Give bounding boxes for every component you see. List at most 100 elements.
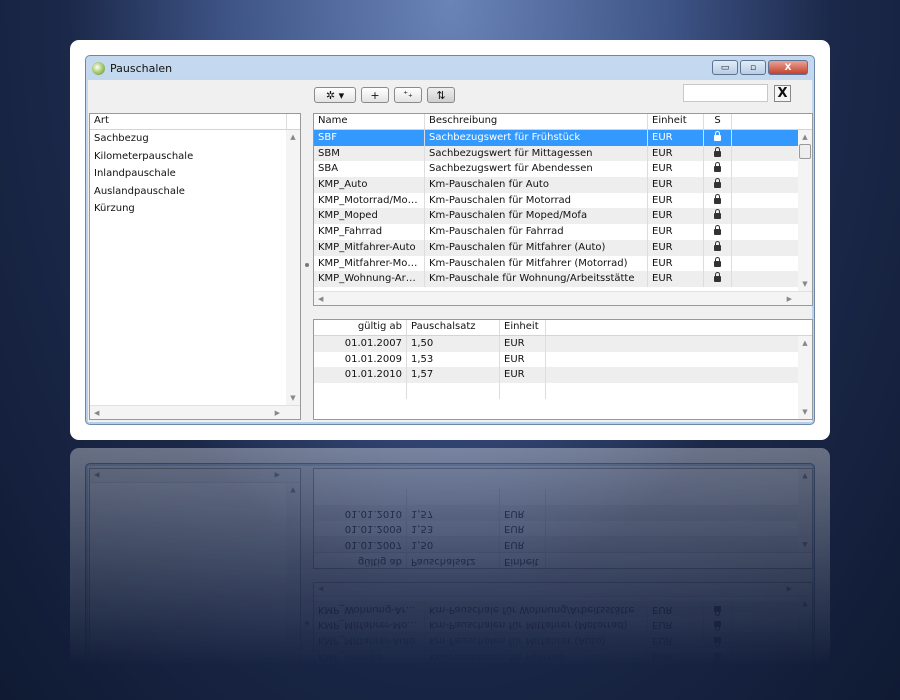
client-area: ✲ ▾ + ⁺₊ ⇅ X Art Sachbezug Kilometerpausc… (88, 80, 813, 422)
cell-beschreibung: Km-Pauschalen für Mitfahrer (Auto) (425, 239, 648, 256)
cell-einheit: EUR (648, 224, 704, 240)
cell-name: KMP_Auto (314, 177, 425, 193)
cell-beschreibung: Km-Pauschalen für Fahrrad (425, 224, 648, 240)
column-header-s[interactable]: S (704, 114, 732, 129)
title-bar[interactable]: Pauschalen (86, 56, 814, 80)
column-header-einheit[interactable]: Einheit (648, 114, 704, 129)
lock-icon (714, 131, 721, 141)
cell-pauschalsatz: 1,53 (407, 351, 500, 368)
cell-gueltig-ab (314, 383, 407, 399)
splitter-handle[interactable] (305, 263, 309, 267)
cell-gueltig-ab: 01.01.2007 (314, 336, 407, 352)
cell-beschreibung: Sachbezugswert für Frühstück (425, 130, 648, 146)
pauschalen-window: Pauschalen ▭ ▫ X ✲ ▾ + ⁺₊ ⇅ X Art Sachbe… (85, 55, 815, 425)
sort-button[interactable]: ⇅ (427, 87, 455, 103)
table-row[interactable]: KMP_Wohnung-Arbeit Km-Pauschale für Wohn… (314, 271, 798, 287)
cell-gueltig-ab: 01.01.2009 (314, 351, 407, 368)
cell-name: SBM (314, 145, 425, 162)
minimize-button[interactable]: ▭ (712, 60, 738, 75)
search-input[interactable] (683, 84, 768, 102)
cell-einheit: EUR (648, 208, 704, 225)
art-list-item[interactable]: Inlandpauschale (90, 165, 300, 183)
close-button[interactable]: X (768, 60, 808, 75)
cell-pauschalsatz: 1,57 (407, 367, 500, 384)
cell-einheit: EUR (648, 239, 704, 256)
horizontal-scrollbar[interactable]: ◀ ▶ (314, 291, 812, 305)
detail-row[interactable]: 01.01.2007 1,50 EUR (314, 336, 798, 352)
cell-einheit: EUR (648, 177, 704, 193)
cell-einheit: EUR (500, 367, 546, 384)
art-list-item[interactable]: Kürzung (90, 200, 300, 218)
cell-gueltig-ab: 01.01.2010 (314, 367, 407, 384)
app-icon (92, 61, 105, 75)
detail-table: gültig ab Pauschalsatz Einheit 01.01.200… (313, 319, 813, 420)
cell-beschreibung: Km-Pauschale für Wohnung/Arbeitsstätte (425, 271, 648, 287)
scroll-up-icon[interactable]: ▲ (286, 133, 300, 141)
cell-beschreibung: Km-Pauschalen für Moped/Mofa (425, 208, 648, 225)
cell-beschreibung: Km-Pauschalen für Auto (425, 177, 648, 193)
vertical-scrollbar[interactable]: ▲ ▼ (798, 130, 812, 291)
column-header-pauschalsatz[interactable]: Pauschalsatz (407, 320, 500, 335)
cell-beschreibung: Sachbezugswert für Mittagessen (425, 145, 648, 162)
cell-beschreibung: Km-Pauschalen für Motorrad (425, 192, 648, 209)
cell-name: KMP_Fahrrad (314, 224, 425, 240)
cell-einheit (500, 383, 546, 399)
cell-einheit: EUR (648, 161, 704, 178)
settings-dropdown-button[interactable]: ✲ ▾ (314, 87, 356, 103)
lock-icon (714, 146, 721, 157)
cell-beschreibung: Sachbezugswert für Abendessen (425, 161, 648, 178)
scroll-up-icon[interactable]: ▲ (798, 339, 812, 347)
lock-icon (714, 178, 721, 189)
clear-search-button[interactable]: X (774, 85, 791, 102)
table-row[interactable]: SBF Sachbezugswert für Frühstück EUR (314, 130, 798, 146)
column-header-name[interactable]: Name (314, 114, 425, 129)
lock-icon (714, 209, 721, 220)
cell-einheit: EUR (648, 145, 704, 162)
pauschalen-table: Name Beschreibung Einheit S SBF Sachbezu… (313, 113, 813, 306)
cell-name: KMP_Mitfahrer-Auto (314, 239, 425, 256)
cell-name: SBF (314, 130, 425, 146)
detail-row[interactable]: 01.01.2010 1,57 EUR (314, 367, 798, 384)
column-header-gueltig-ab[interactable]: gültig ab (314, 320, 407, 335)
table-row[interactable]: KMP_Auto Km-Pauschalen für Auto EUR (314, 177, 798, 193)
horizontal-scrollbar[interactable]: ◀ ▶ (90, 405, 300, 419)
cell-name: KMP_Moped (314, 208, 425, 225)
cell-einheit: EUR (648, 271, 704, 287)
scroll-down-icon[interactable]: ▼ (286, 394, 300, 402)
cell-name: SBA (314, 161, 425, 178)
add-button[interactable]: + (361, 87, 389, 103)
window-title: Pauschalen (110, 61, 173, 75)
column-header-beschreibung[interactable]: Beschreibung (425, 114, 648, 129)
cell-name: KMP_Mitfahrer-Mot... (314, 255, 425, 272)
table-row[interactable]: KMP_Motorrad/Mot... Km-Pauschalen für Mo… (314, 192, 798, 209)
scroll-thumb[interactable] (799, 144, 811, 159)
maximize-button[interactable]: ▫ (740, 60, 766, 75)
table-row[interactable]: KMP_Fahrrad Km-Pauschalen für Fahrrad EU… (314, 224, 798, 240)
cell-einheit: EUR (500, 336, 546, 352)
lock-icon (714, 240, 721, 251)
art-list-item[interactable]: Kilometerpauschale (90, 148, 300, 166)
column-header-art[interactable]: Art (90, 114, 287, 129)
table-row[interactable]: KMP_Mitfahrer-Mot... Km-Pauschalen für M… (314, 255, 798, 272)
detail-row[interactable] (314, 383, 798, 399)
column-header-einheit[interactable]: Einheit (500, 320, 546, 335)
art-list-item[interactable]: Auslandpauschale (90, 183, 300, 201)
detail-row[interactable]: 01.01.2009 1,53 EUR (314, 351, 798, 368)
lock-icon (714, 193, 721, 204)
lock-icon (714, 162, 721, 173)
table-row[interactable]: SBA Sachbezugswert für Abendessen EUR (314, 161, 798, 178)
lock-icon (714, 272, 721, 283)
add-multiple-button[interactable]: ⁺₊ (394, 87, 422, 103)
toolbar: ✲ ▾ + ⁺₊ ⇅ (314, 87, 455, 103)
cell-einheit: EUR (648, 255, 704, 272)
table-row[interactable]: SBM Sachbezugswert für Mittagessen EUR (314, 145, 798, 162)
table-row[interactable]: KMP_Mitfahrer-Auto Km-Pauschalen für Mit… (314, 239, 798, 256)
lock-icon (714, 225, 721, 236)
art-list-item[interactable]: Sachbezug (90, 130, 300, 148)
table-row[interactable]: KMP_Moped Km-Pauschalen für Moped/Mofa E… (314, 208, 798, 225)
art-list: Art Sachbezug Kilometerpauschale Inlandpau… (89, 113, 301, 420)
cell-einheit: EUR (648, 192, 704, 209)
window-frame: Pauschalen ▭ ▫ X ✲ ▾ + ⁺₊ ⇅ X Art Sachbe… (70, 40, 830, 440)
scroll-down-icon[interactable]: ▼ (798, 408, 812, 416)
cell-pauschalsatz: 1,50 (407, 336, 500, 352)
